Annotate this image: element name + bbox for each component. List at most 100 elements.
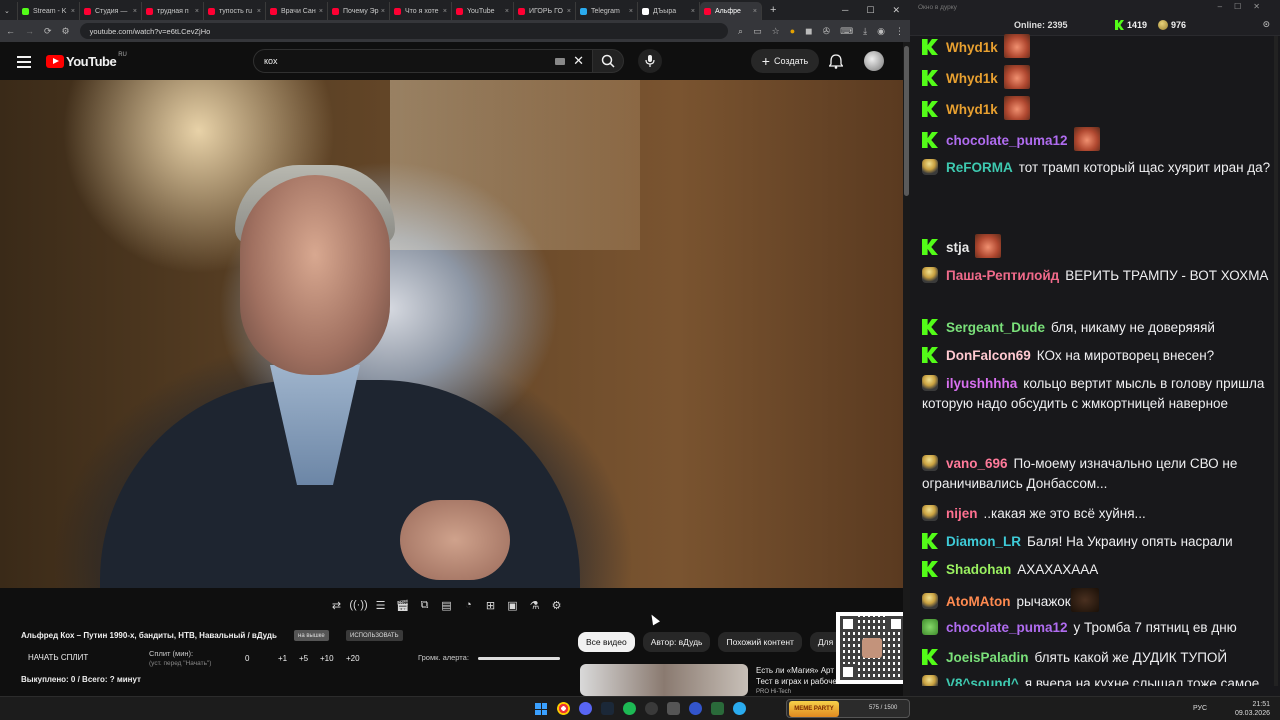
split-add-20-button[interactable]: +20 [346,654,360,663]
tab-close-icon[interactable]: × [133,8,137,15]
menu-burger-icon[interactable] [17,56,31,71]
chrome-icon[interactable] [557,702,570,715]
profile-icon[interactable]: ◉ [877,26,885,37]
steam-icon[interactable] [601,702,614,715]
tab-close-icon[interactable]: × [753,8,757,15]
browser-tab[interactable]: трудная п × [142,2,204,20]
site-info-icon[interactable]: ⚙ [62,26,70,37]
browser-tab[interactable]: Врачи Сан × [266,2,328,20]
extension-icon[interactable]: ● [790,26,795,37]
back-icon[interactable]: ← [6,26,15,36]
split-add-10-button[interactable]: +10 [320,654,334,663]
tab-close-icon[interactable]: × [443,8,447,15]
chat-username[interactable]: ReFORMA [946,160,1013,175]
browser-tab[interactable]: ДЪыра × [638,2,700,20]
voice-search-button[interactable] [638,49,662,73]
split-value-0[interactable]: 0 [245,654,249,663]
browser-tab[interactable]: Что я хоте × [390,2,452,20]
chat-username[interactable]: JoeisPaladin [946,650,1029,665]
spotify-icon[interactable] [623,702,636,715]
close-icon[interactable]: ✕ [892,5,900,16]
audio-wave-icon[interactable]: ((·)) [349,598,367,612]
settings-gear-icon[interactable]: ⚙ [549,598,564,612]
tab-search-icon-tab[interactable]: ⌄ [0,2,18,20]
browser-tab[interactable]: Stream - K × [18,2,80,20]
picture-in-picture-icon[interactable]: ⧉ [417,598,432,612]
input-language[interactable]: РУС [1193,705,1207,712]
chat-username[interactable]: chocolate_puma12 [946,133,1068,148]
chat-username[interactable]: AtoMAton [946,594,1010,609]
browser-tab[interactable]: Telegram × [576,2,638,20]
browser-tab[interactable]: Альфре × [700,2,762,20]
app-icon[interactable] [667,702,680,715]
browser-tab[interactable]: Почему Эр × [328,2,390,20]
media-player-icon[interactable] [689,702,702,715]
maximize-icon[interactable]: ☐ [866,5,874,16]
browser-tab[interactable]: ИГОРЬ ГО × [514,2,576,20]
split-add-1-button[interactable]: +1 [278,654,287,663]
chat-username[interactable]: Паша-Рептилойд [946,268,1059,283]
video-thumbnail[interactable] [580,664,748,696]
bookmark-star-icon[interactable]: ☆ [772,26,780,37]
cast-icon[interactable]: ▭ [753,26,762,37]
chat-username[interactable]: DonFalcon69 [946,348,1031,363]
extension-icon[interactable]: ◼ [805,26,812,37]
tab-close-icon[interactable]: × [257,8,261,15]
discord-icon[interactable] [579,702,592,715]
youtube-logo[interactable]: YouTube RU [46,52,127,69]
tab-close-icon[interactable]: × [629,8,633,15]
chat-username[interactable]: stja [946,240,969,255]
chat-window-controls[interactable]: –☐✕ [1218,2,1272,11]
create-button[interactable]: + Создать [751,49,819,73]
playlist-icon[interactable]: ☰ [373,598,388,612]
chat-username[interactable]: V8^sound^ [946,676,1019,686]
search-input[interactable]: кох ✕ [253,49,593,73]
chip-related[interactable]: Похожий контент [718,632,802,652]
chat-username[interactable]: Diamon_LR [946,534,1021,549]
notifications-bell-icon[interactable] [828,54,844,74]
use-pill-button[interactable]: ИСПОЛЬЗОВАТЬ [346,630,403,641]
chat-username[interactable]: chocolate_puma12 [946,620,1068,635]
extension-icon[interactable]: ✇ [823,26,831,37]
tab-close-icon[interactable]: × [71,8,75,15]
tab-close-icon[interactable]: × [195,8,199,15]
clock[interactable]: 21:51 09.03.2026 [1235,700,1270,718]
extension-icon[interactable]: ⌨ [840,26,853,37]
chat-username[interactable]: Whyd1k [946,102,998,117]
loop-icon[interactable]: ⇄ [329,598,344,612]
chip-author[interactable]: Автор: вДудь [642,632,711,652]
url-field[interactable]: youtube.com/watch?v=e6tLCevZjHo [79,23,729,39]
obs-icon[interactable] [645,702,658,715]
add-clip-icon[interactable]: ⊞ [483,598,498,612]
chat-username[interactable]: Whyd1k [946,40,998,55]
app-icon[interactable] [711,702,724,715]
avatar[interactable] [864,51,884,71]
keyboard-icon[interactable] [555,57,566,65]
chat-username[interactable]: nijen [946,506,978,521]
split-add-5-button[interactable]: +5 [299,654,308,663]
chat-settings-icon[interactable]: ⊙ [1262,19,1270,30]
chat-username[interactable]: Sergeant_Dude [946,320,1045,335]
tab-close-icon[interactable]: × [567,8,571,15]
minimize-icon[interactable]: ─ [842,5,848,16]
search-button[interactable] [592,49,624,73]
status-pill[interactable]: на вышке [294,630,329,641]
telegram-icon[interactable] [733,702,746,715]
reload-icon[interactable]: ⟳ [44,26,52,37]
page-scrollbar[interactable] [903,42,910,696]
browser-tab[interactable]: тупость ru × [204,2,266,20]
chat-username[interactable]: Shadohan [946,562,1011,577]
start-split-button[interactable]: НАЧАТЬ СПЛИТ [28,653,88,662]
menu-dots-icon[interactable]: ⋮ [895,26,904,37]
tab-close-icon[interactable]: × [319,8,323,15]
chip-all-videos[interactable]: Все видео [578,632,635,652]
zoom-icon[interactable]: ⌕ [738,26,743,37]
forward-icon[interactable]: → [25,26,34,36]
speed-icon[interactable]: ◔ [461,598,476,612]
download-icon[interactable]: ⤓ [863,26,867,37]
new-tab-button[interactable]: + [770,4,776,16]
chat-scrollbar[interactable] [1274,36,1278,686]
clapperboard-icon[interactable]: 🎬︎ [395,598,410,612]
frame-step-icon[interactable]: ▤ [439,598,454,612]
clear-search-icon[interactable]: ✕ [573,53,584,69]
